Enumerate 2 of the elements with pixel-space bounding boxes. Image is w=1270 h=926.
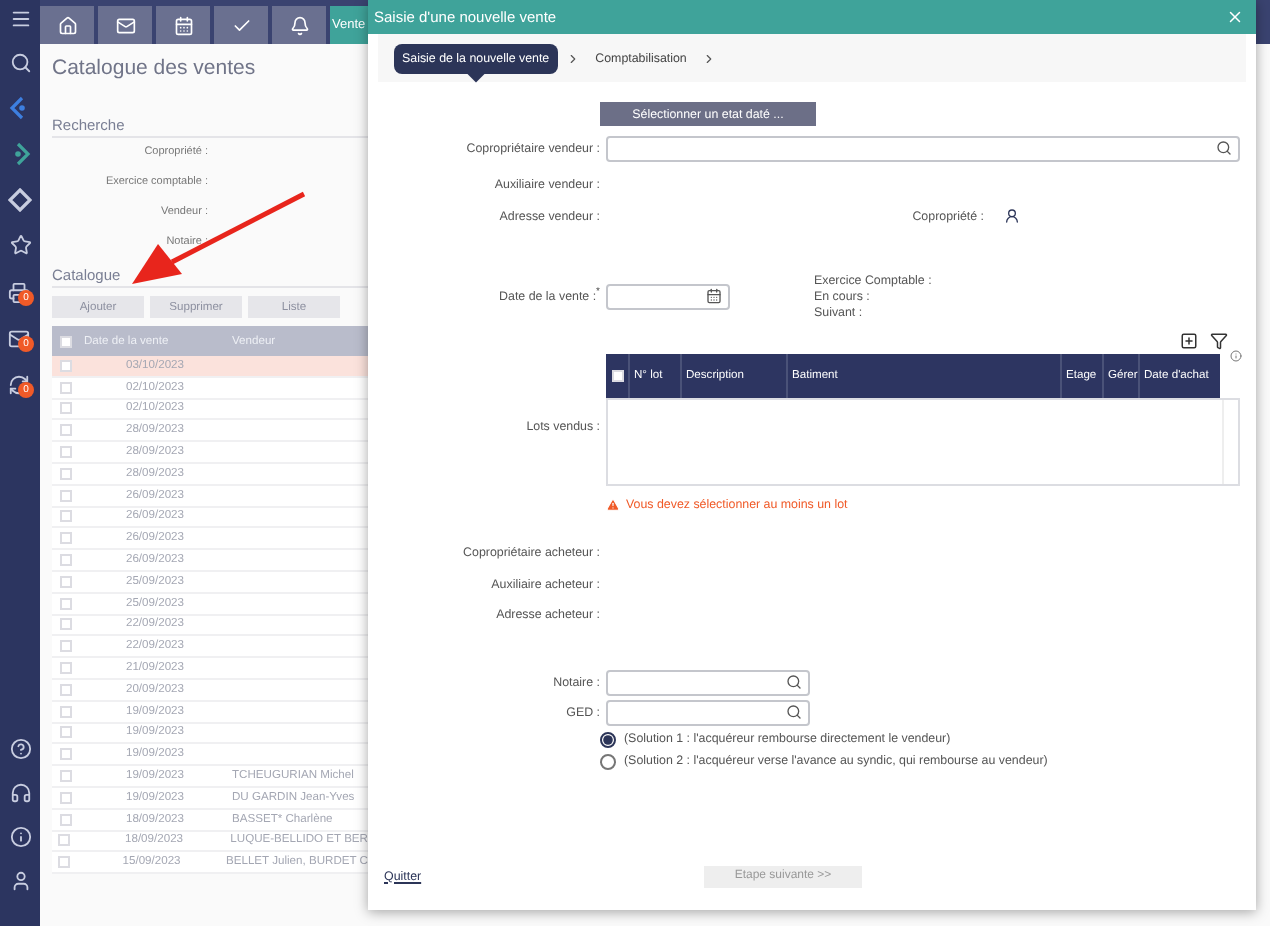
required-mark: *	[596, 286, 600, 299]
page-title: Catalogue des ventes	[52, 56, 258, 84]
